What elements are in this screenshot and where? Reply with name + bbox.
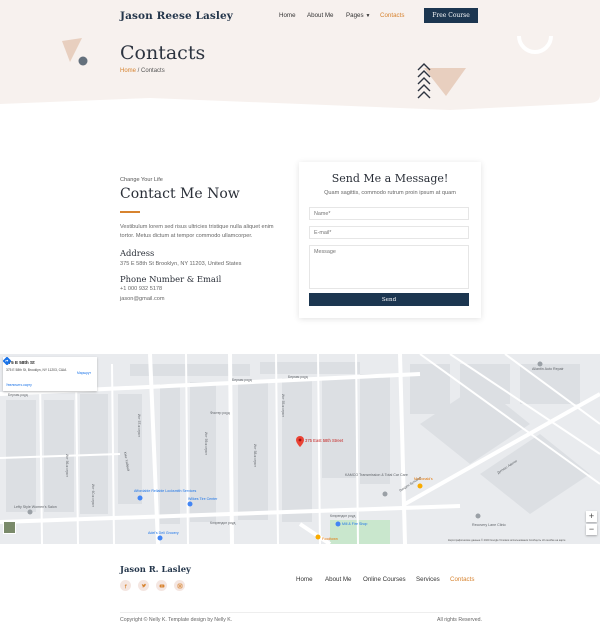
poi-label: Allantin Auto Repair (532, 367, 564, 371)
street-label: Фостер роуд (210, 411, 230, 415)
site-logo[interactable]: Jason Reese Lasley (120, 10, 233, 22)
nav-home[interactable]: Home (279, 12, 296, 19)
contact-form-card: Send Me a Message! Quam sagittis, commod… (299, 162, 481, 318)
zoom-out-button[interactable]: − (586, 524, 597, 535)
poi-label: Lefty Style Women's Salon (14, 505, 57, 509)
poi-pin-icon (187, 501, 193, 507)
street-label: Бергам роуд (288, 375, 308, 379)
breadcrumb: Home / Contacts (120, 68, 165, 74)
footer-nav-services[interactable]: Services (416, 576, 440, 583)
map-info-panel: 375 E 58th St 375 E 58th St, Brooklyn, N… (3, 357, 97, 391)
poi-pin-icon (137, 495, 143, 501)
form-subtitle: Quam sagittis, commodo rutrum proin ipsu… (324, 190, 456, 196)
street-label: Ист 60-я стрит (91, 484, 95, 507)
street-label: Ист 58-я стрит (253, 444, 257, 467)
breadcrumb-current: Contacts (141, 68, 165, 74)
contact-heading: Contact Me Now (120, 186, 240, 202)
poi-pin-icon (315, 534, 321, 540)
footer-nav-home[interactable]: Home (296, 576, 313, 583)
poi-label: KAMCO Transmission & Total Car Care (345, 473, 408, 477)
form-title: Send Me a Message! (331, 172, 449, 185)
youtube-link[interactable] (156, 580, 167, 591)
poi-label: McDonald's (414, 477, 433, 481)
phone-email-heading: Phone Number & Email (120, 274, 222, 284)
poi-label: Wilkes Tire Center (188, 497, 218, 501)
facebook-link[interactable] (120, 580, 131, 591)
footer-nav-online-courses[interactable]: Online Courses (363, 576, 406, 583)
street-label: Ист 59-я стрит (204, 432, 208, 455)
poi-pin-icon (27, 509, 33, 515)
chevron-down-icon: ▼ (365, 13, 371, 19)
nav-contacts[interactable]: Contacts (380, 12, 404, 19)
contact-tagline: Change Your Life (120, 177, 163, 183)
free-course-button[interactable]: Free Course (424, 8, 478, 23)
twitter-icon (141, 583, 146, 587)
enlarge-map-link[interactable]: Увеличить карту (6, 383, 32, 387)
hero-section: Jason Reese Lasley Home About Me Pages ▼ … (0, 0, 600, 112)
poi-label: Mill & Fire Shop (342, 522, 367, 526)
street-label: Ист 56-я стрит (65, 454, 69, 477)
street-label: Бергам роуд (8, 393, 28, 397)
directions-link[interactable]: Маршрут (77, 371, 91, 375)
map-panel-address: 375 E 58th St, Brooklyn, NY 11203, США (6, 368, 67, 372)
phone-number[interactable]: +1 000 932 5178 (120, 286, 162, 292)
facebook-icon (124, 583, 127, 588)
nav-pages-label: Pages (346, 12, 364, 19)
heading-accent-line (120, 211, 140, 213)
street-label: Клэрендон роуд (330, 514, 355, 518)
nav-about-me[interactable]: About Me (307, 12, 333, 19)
top-navigation: Jason Reese Lasley Home About Me Pages ▼ … (0, 0, 600, 32)
street-label: Бергам роуд (232, 378, 252, 382)
street-label: Ист 57-я стрит (137, 414, 141, 437)
message-textarea[interactable] (309, 245, 469, 289)
satellite-toggle[interactable] (3, 521, 16, 534)
copyright-text: Copyright © Nelly K. Template design by … (120, 617, 233, 623)
poi-pin-icon (417, 483, 423, 489)
twitter-link[interactable] (138, 580, 149, 591)
directions-icon[interactable] (3, 357, 11, 365)
google-map[interactable]: Бергам роуд Бергам роуд Бергам роуд Фост… (0, 354, 600, 544)
page-title: Contacts (120, 42, 206, 64)
zoom-in-button[interactable]: + (586, 511, 597, 522)
poi-pin-icon (475, 513, 481, 519)
poi-label: Recovery Lane Clinic (472, 523, 506, 527)
contact-intro: Vestibulum lorem sed risus ultricies tri… (120, 224, 274, 239)
rights-text: All rights Reserved. (437, 617, 482, 623)
poi-pin-icon (382, 491, 388, 497)
street-label: Ист 55-я стрит (281, 394, 285, 417)
address-heading: Address (120, 248, 155, 258)
footer-divider (120, 612, 480, 613)
email-address[interactable]: jason@gmail.com (120, 296, 165, 302)
footer-nav-about-me[interactable]: About Me (325, 576, 351, 583)
poi-pin-icon (335, 521, 341, 527)
poi-label: Adel's Deli Grocery (148, 531, 179, 535)
nav-pages[interactable]: Pages ▼ (346, 12, 371, 19)
poi-label: Foodtown (322, 537, 338, 541)
street-label: Клэрендон роуд (210, 521, 235, 525)
footer-nav-contacts[interactable]: Contacts (450, 576, 474, 583)
decor-dot (78, 56, 88, 66)
map-attribution[interactable]: Картографические данные © 2020 Google Ус… (448, 539, 566, 542)
address-text: 375 E 58th St Brooklyn, NY 11203, United… (120, 261, 242, 267)
name-input[interactable] (309, 207, 469, 220)
marker-label: 375 East 58th Street (305, 438, 344, 443)
breadcrumb-home[interactable]: Home (120, 68, 136, 74)
footer-logo[interactable]: Jason R. Lasley (120, 564, 191, 574)
poi-pin-icon (537, 361, 543, 367)
instagram-icon (177, 583, 182, 588)
send-button[interactable]: Send (309, 293, 469, 306)
poi-pin-icon (157, 535, 163, 541)
poi-label: Affordable Reliable Locksmith Services (134, 489, 196, 493)
instagram-link[interactable] (174, 580, 185, 591)
youtube-icon (159, 584, 164, 587)
email-input[interactable] (309, 226, 469, 239)
